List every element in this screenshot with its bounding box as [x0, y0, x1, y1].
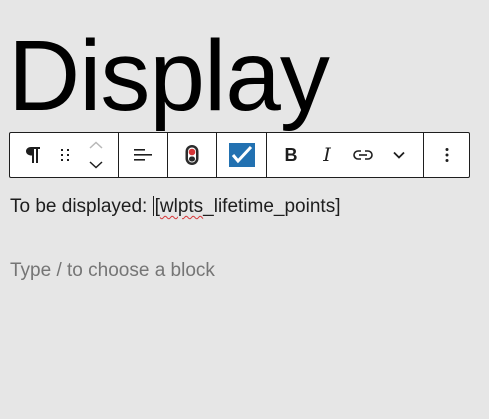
text-cursor	[152, 196, 154, 216]
post-heading[interactable]: Display	[8, 26, 330, 126]
link-icon	[353, 149, 373, 161]
bold-button[interactable]: B	[273, 133, 309, 177]
checkmark-square-icon	[228, 143, 255, 167]
plugin-coin-icon	[183, 143, 201, 167]
paragraph-prefix: To be displayed:	[10, 196, 153, 217]
shortcode-rest: _lifetime_points]	[203, 196, 341, 217]
move-down-button[interactable]	[84, 155, 108, 175]
align-button[interactable]	[119, 133, 167, 177]
paragraph-icon	[25, 146, 41, 164]
plugin-group-two	[217, 133, 267, 177]
checkmark-button[interactable]	[217, 133, 266, 177]
move-up-button[interactable]	[84, 135, 108, 155]
align-left-icon	[134, 147, 152, 163]
block-controls-group	[10, 133, 119, 177]
more-formats-button[interactable]	[381, 133, 417, 177]
options-group	[424, 133, 469, 177]
misspelled-word: wlpts	[159, 196, 204, 217]
link-button[interactable]	[345, 133, 381, 177]
plugin-coin-button[interactable]	[168, 133, 216, 177]
drag-handle-button[interactable]	[56, 133, 74, 177]
options-button[interactable]	[424, 133, 469, 177]
block-toolbar: B I	[9, 132, 470, 178]
formatting-group: B I	[267, 133, 424, 177]
plugin-group-one	[168, 133, 217, 177]
block-mover	[74, 133, 118, 177]
paragraph-block[interactable]: To be displayed: [wlpts_lifetime_points]	[10, 196, 340, 218]
chevron-down-icon	[89, 161, 103, 169]
chevron-down-icon	[393, 151, 405, 159]
more-vertical-icon	[445, 147, 449, 163]
alignment-group	[119, 133, 168, 177]
drag-handle-icon	[60, 147, 70, 163]
block-type-button[interactable]	[10, 133, 56, 177]
group-padding	[417, 133, 423, 177]
italic-button[interactable]: I	[309, 133, 345, 177]
block-placeholder[interactable]: Type / to choose a block	[10, 260, 215, 282]
chevron-up-icon	[89, 141, 103, 149]
